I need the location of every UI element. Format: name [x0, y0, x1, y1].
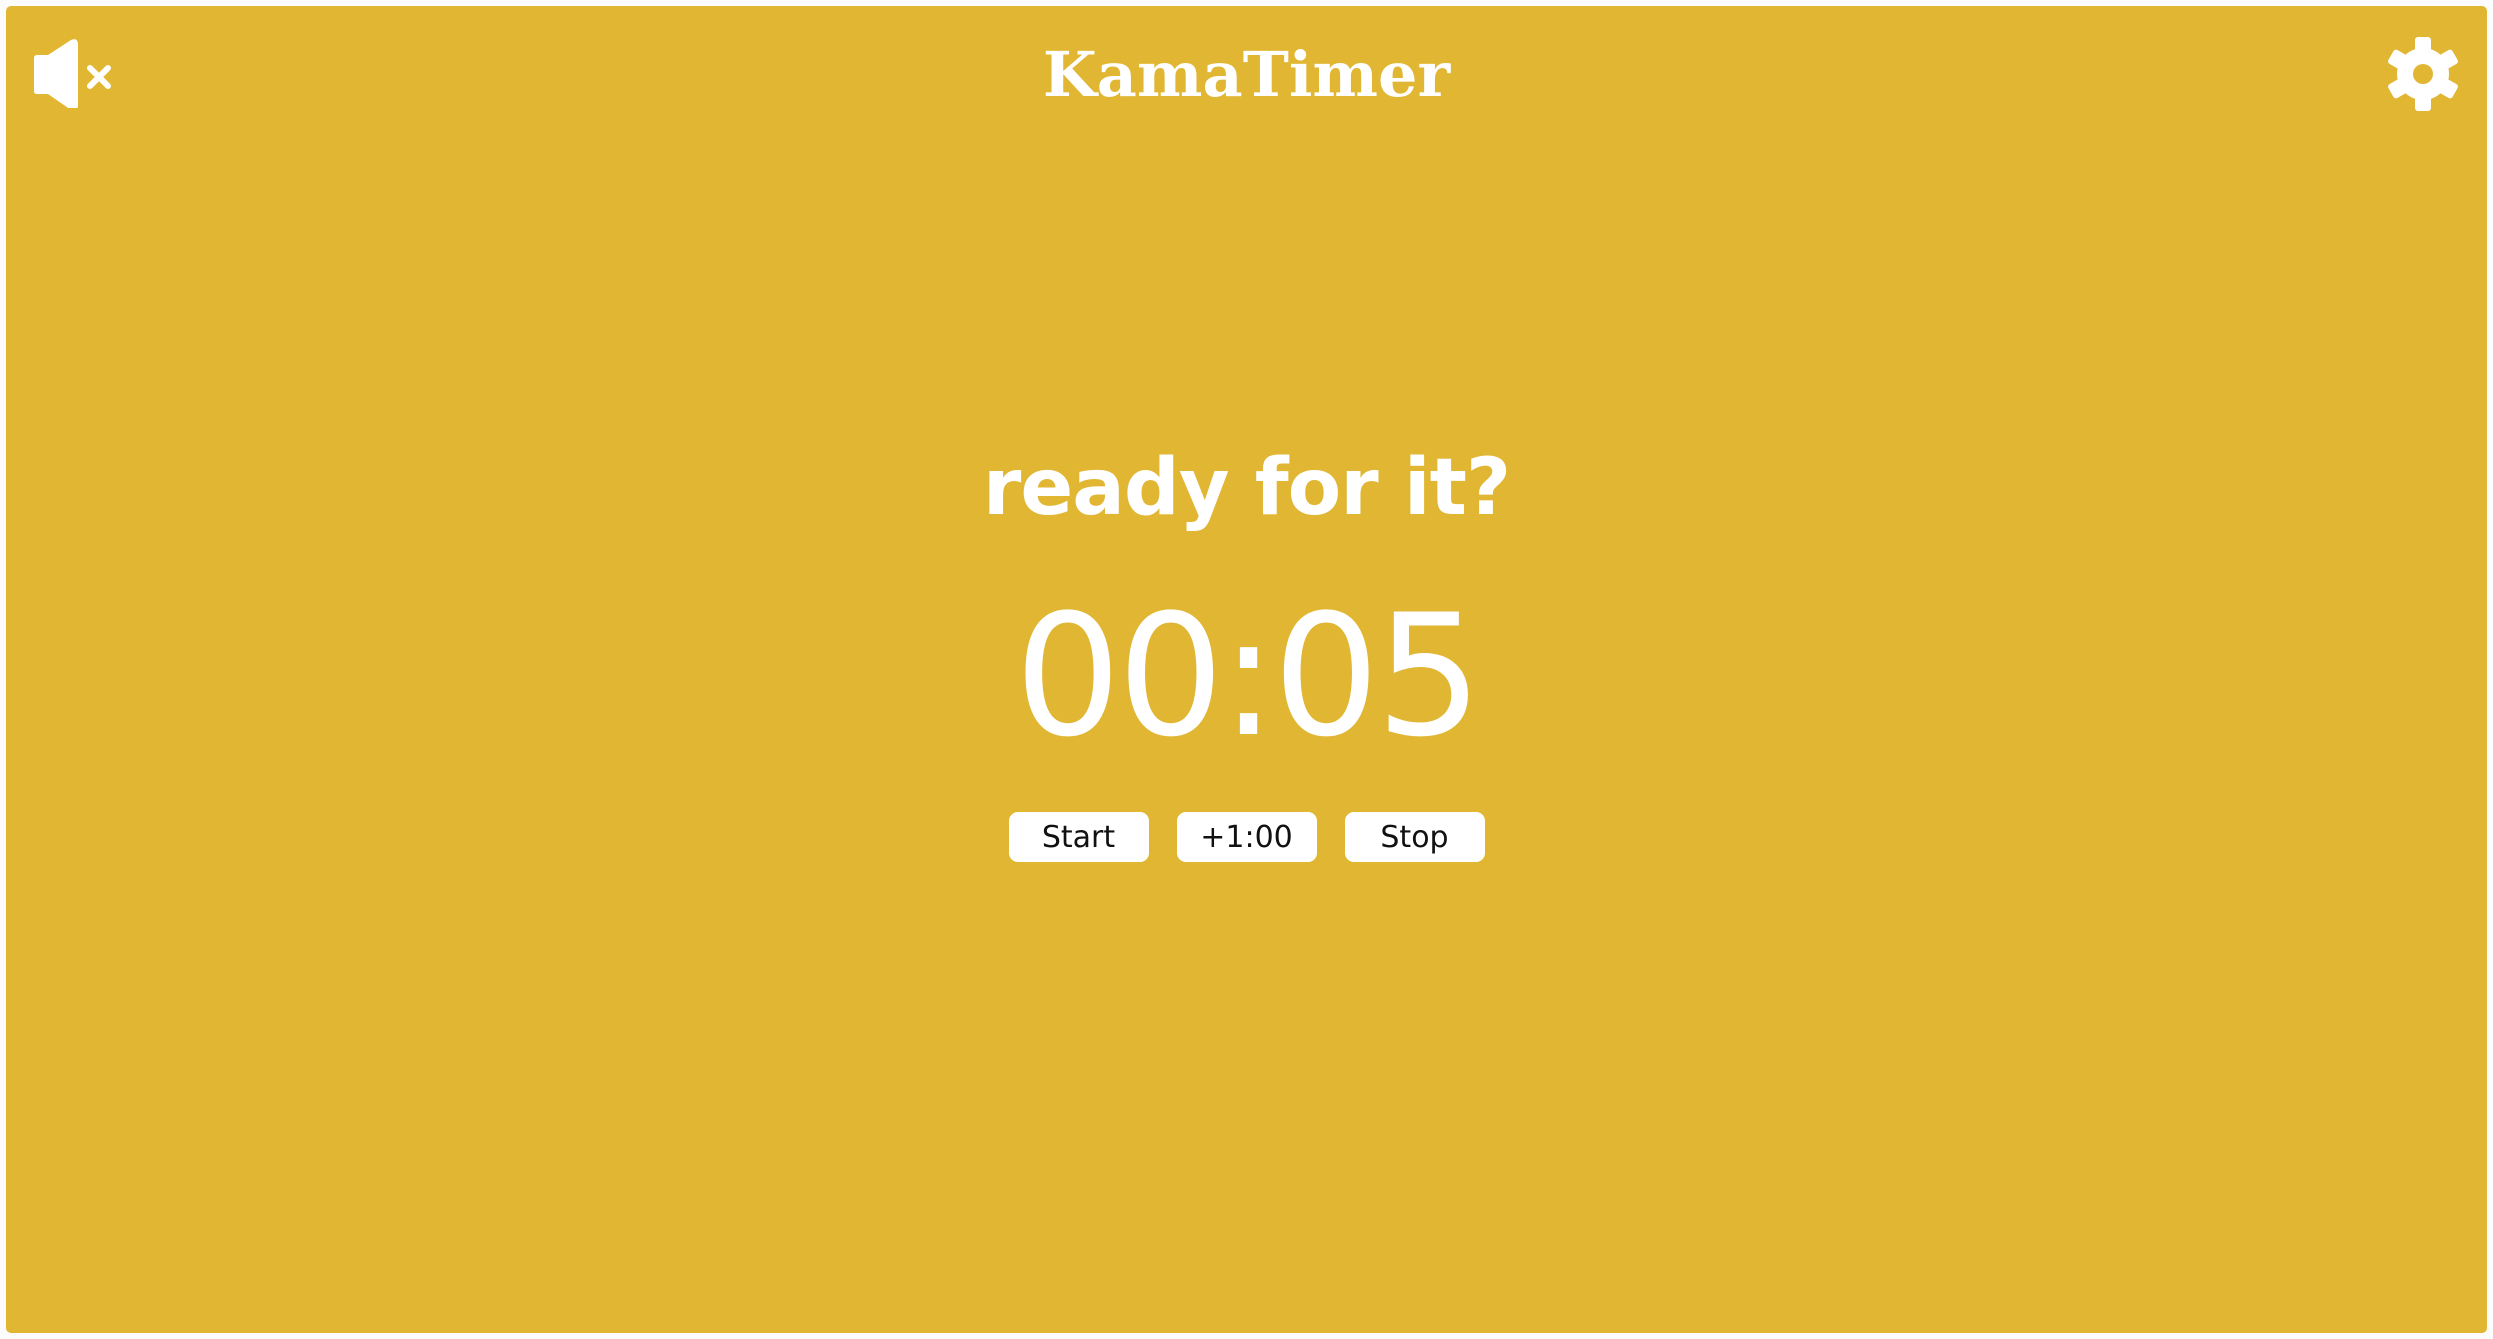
- start-button[interactable]: Start: [1008, 812, 1149, 862]
- timer-app: KamaTimer ready for it? 00:05 Start +1:0…: [6, 6, 2487, 1333]
- status-message: ready for it?: [982, 443, 1511, 533]
- stop-button[interactable]: Stop: [1344, 812, 1485, 862]
- add-minute-button[interactable]: +1:00: [1176, 812, 1317, 862]
- timer-controls: Start +1:00 Stop: [6, 812, 2487, 862]
- gear-icon: [2388, 37, 2458, 111]
- settings-button[interactable]: [2385, 36, 2461, 112]
- timer-display: 00:05: [1014, 578, 1482, 774]
- app-title: KamaTimer: [1042, 38, 1451, 111]
